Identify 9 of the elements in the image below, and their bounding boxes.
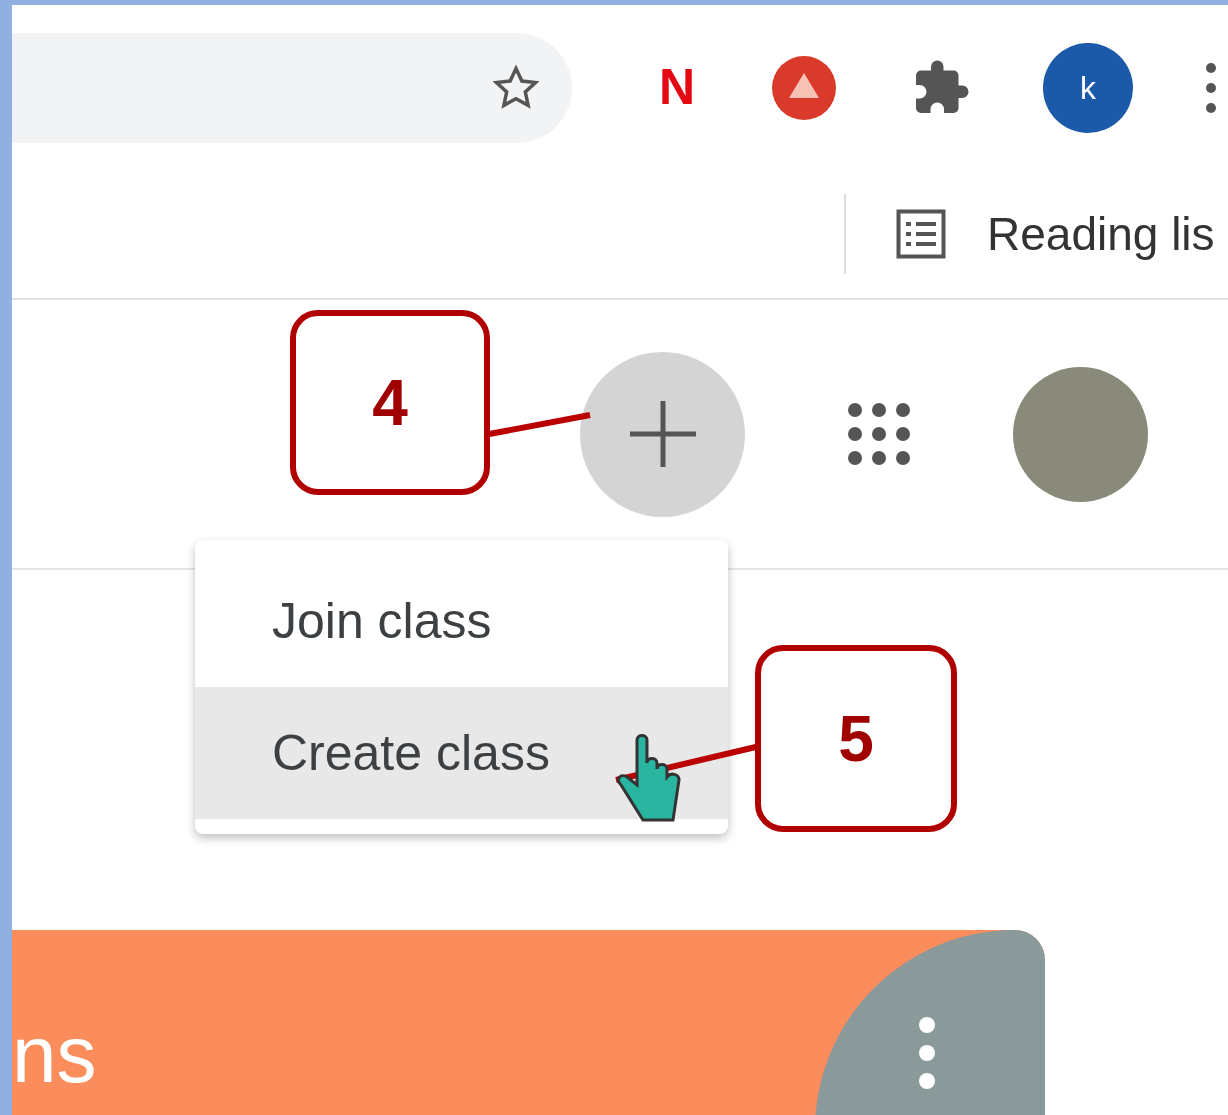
profile-avatar[interactable]: k — [1043, 42, 1133, 133]
reading-list-link[interactable]: Reading lis — [987, 199, 1215, 269]
extension-icon[interactable]: N — [657, 50, 697, 125]
callout-label: 4 — [290, 310, 490, 495]
plus-icon — [627, 399, 698, 469]
menu-item[interactable]: Join class — [195, 555, 728, 687]
menu-item[interactable]: Create class — [195, 687, 728, 819]
callout-label: 5 — [755, 645, 957, 832]
apps-grid-icon[interactable] — [845, 400, 913, 468]
